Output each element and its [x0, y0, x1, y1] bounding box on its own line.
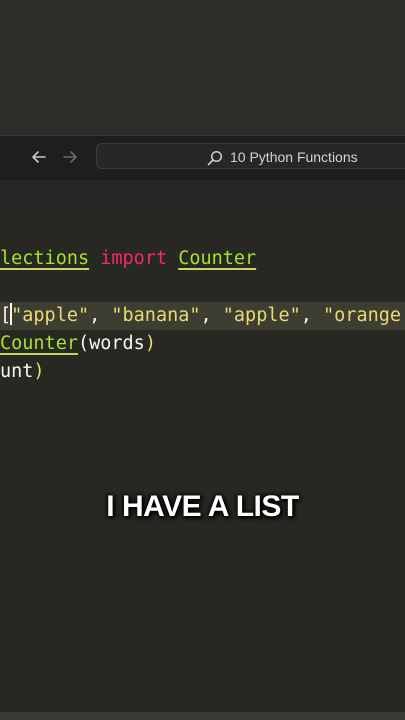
video-top-area — [0, 0, 405, 135]
class-counter: Counter — [178, 248, 257, 269]
code-line-print: unt) — [0, 358, 45, 386]
comma: , — [89, 305, 112, 326]
comma: , — [300, 305, 324, 326]
paren: ( — [77, 333, 90, 354]
string-literal: "orange — [323, 305, 401, 326]
tab-bar — [0, 180, 405, 218]
forward-button[interactable] — [61, 148, 79, 166]
code-line-counter: Counter(words) — [0, 330, 156, 358]
keyword-import: import — [100, 248, 168, 269]
identifier-words: words — [89, 333, 145, 354]
comma: , — [200, 305, 223, 326]
class-counter: Counter — [0, 333, 78, 354]
code-line-words: ["apple", "banana", "apple", "orange — [0, 302, 401, 330]
code-line-import: lections import Counter — [0, 245, 256, 273]
arrow-right-icon — [63, 151, 77, 163]
arrow-left-icon — [32, 151, 46, 163]
module-name: lections — [0, 248, 90, 269]
video-caption: I HAVE A LIST — [106, 490, 299, 523]
search-icon — [207, 150, 223, 166]
string-literal: "banana" — [111, 305, 201, 326]
string-literal: "apple" — [222, 305, 301, 326]
code-editor[interactable] — [0, 218, 405, 718]
identifier: unt — [0, 361, 34, 382]
command-center-search[interactable]: 10 Python Functions — [96, 143, 405, 169]
string-literal: "apple" — [11, 305, 90, 326]
paren: ) — [144, 333, 156, 354]
back-button[interactable] — [30, 148, 48, 166]
search-label: 10 Python Functions — [230, 149, 358, 165]
paren: ) — [33, 361, 45, 382]
bottom-edge — [0, 712, 405, 720]
